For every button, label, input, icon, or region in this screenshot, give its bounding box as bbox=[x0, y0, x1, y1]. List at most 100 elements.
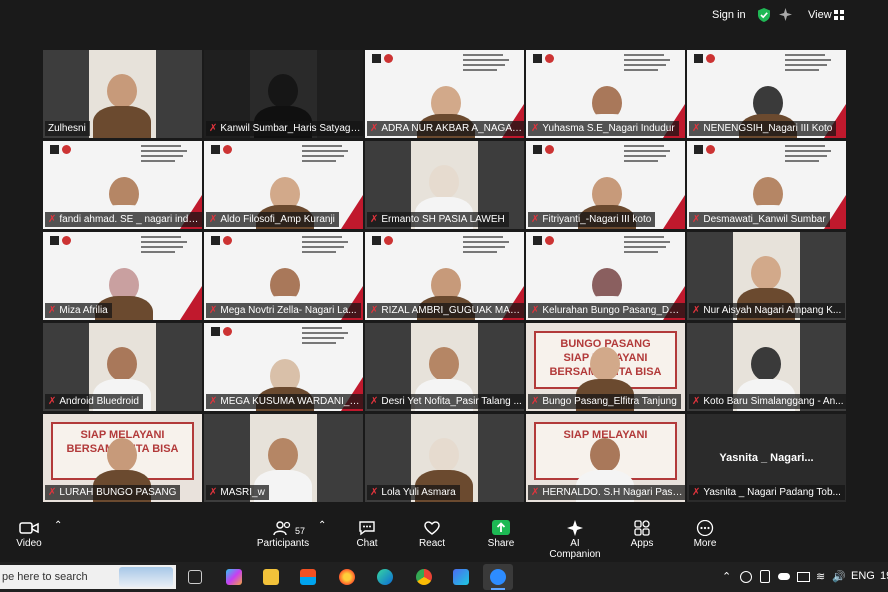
tray-chevron-icon[interactable]: ⌃ bbox=[722, 570, 731, 583]
mic-muted-icon: ✗ bbox=[531, 487, 540, 498]
participant-tile[interactable]: ✗ Koto Baru Simalanggang - An... bbox=[687, 323, 846, 411]
ai-companion-label: AI Companion bbox=[549, 538, 601, 560]
participant-tile[interactable]: ✗ RIZAL AMBRI_GUGUAK MALA... bbox=[365, 232, 524, 320]
participant-name-label: ✗ Mega Novtri Zella- Nagari La... bbox=[206, 303, 361, 318]
participant-tile[interactable]: ✗ Kanwil Sumbar_Haris Satyagr... bbox=[204, 50, 363, 138]
participant-head bbox=[107, 347, 137, 381]
volume-icon[interactable]: 🔊 bbox=[832, 570, 846, 583]
participant-tile[interactable]: SIAP MELAYANI BERSAMA KITA BISA ✗ LURAH BUN… bbox=[43, 414, 202, 502]
slide-text-line bbox=[624, 160, 658, 162]
participant-name: HERNALDO. S.H Nagari Pasia... bbox=[542, 487, 683, 498]
record-icon[interactable] bbox=[740, 571, 752, 583]
participant-name: Desmawati_Kanwil Sumbar bbox=[703, 214, 826, 225]
language-indicator[interactable]: ENG bbox=[851, 570, 875, 582]
participant-tile[interactable]: ✗ Nur Aisyah Nagari Ampang K... bbox=[687, 232, 846, 320]
ai-companion-button[interactable]: AI Companion bbox=[544, 520, 606, 560]
mic-muted-icon: ✗ bbox=[209, 305, 218, 316]
battery-icon[interactable] bbox=[797, 572, 810, 582]
participant-name-label: ✗ Lola Yuli Asmara bbox=[367, 485, 460, 500]
participant-name: Ermanto SH PASIA LAWEH bbox=[381, 214, 505, 225]
institution-logo bbox=[62, 236, 71, 245]
participant-tile[interactable]: ✗ MASRI_w bbox=[204, 414, 363, 502]
video-options-caret[interactable]: ⌃ bbox=[54, 520, 62, 531]
slide-text-line bbox=[624, 150, 670, 152]
video-gallery: Zulhesni ✗ Kanwil Sumbar_Haris Satyagr... ✗… bbox=[43, 50, 846, 502]
slide-text-line bbox=[141, 236, 181, 238]
participant-tile[interactable]: ✗ Kelurahan Bungo Pasang_Dev... bbox=[526, 232, 685, 320]
mic-muted-icon: ✗ bbox=[48, 305, 57, 316]
participants-icon bbox=[273, 521, 291, 536]
participant-tile[interactable]: ✗ ADRA NUR AKBAR A_NAGARI ... bbox=[365, 50, 524, 138]
shield-check-icon[interactable] bbox=[757, 8, 771, 22]
clock[interactable]: 19 bbox=[880, 570, 888, 582]
participant-tile[interactable]: ✗ Desri Yet Nofita_Pasir Talang ... bbox=[365, 323, 524, 411]
wifi-icon[interactable]: ≋ bbox=[816, 570, 825, 583]
participant-tile[interactable]: ✗ NENENGSIH_Nagari III Koto bbox=[687, 50, 846, 138]
m365-icon[interactable] bbox=[453, 569, 469, 585]
share-screen-icon bbox=[492, 520, 510, 535]
participant-tile[interactable]: ✗ Android Bluedroid bbox=[43, 323, 202, 411]
participant-name-label: ✗ RIZAL AMBRI_GUGUAK MALA... bbox=[367, 303, 524, 318]
participant-tile[interactable]: ✗ fandi ahmad. SE _ nagari indu... bbox=[43, 141, 202, 229]
slide-accent bbox=[341, 195, 363, 229]
grid-icon[interactable] bbox=[834, 10, 844, 20]
chat-button[interactable]: Chat bbox=[352, 520, 382, 549]
apps-button[interactable]: Apps bbox=[627, 520, 657, 549]
mic-muted-icon: ✗ bbox=[209, 123, 218, 134]
slide-text-line bbox=[463, 246, 505, 248]
react-button[interactable]: React bbox=[417, 520, 447, 549]
zoom-taskbar-button[interactable] bbox=[483, 564, 513, 590]
participants-options-caret[interactable]: ⌃ bbox=[318, 520, 326, 531]
taskbar-search[interactable]: pe here to search bbox=[0, 565, 176, 589]
video-button[interactable]: Video bbox=[14, 520, 44, 549]
meeting-toolbar: Video ⌃ Participants 57 ⌃ Chat React Sha… bbox=[0, 516, 888, 562]
windows-taskbar: pe here to search ⌃ ≋ 🔊 ENG 19 bbox=[0, 562, 888, 592]
cloud-icon[interactable] bbox=[778, 573, 790, 580]
edge-icon[interactable] bbox=[377, 569, 393, 585]
share-label: Share bbox=[487, 538, 515, 549]
copilot-icon[interactable] bbox=[226, 569, 242, 585]
slide-text-line bbox=[463, 241, 509, 243]
participant-tile[interactable]: ✗ Miza Afrilia bbox=[43, 232, 202, 320]
participant-tile[interactable]: ✗ Fitriyanti_-Nagari III koto bbox=[526, 141, 685, 229]
participant-tile[interactable]: ✗ Yuhasma S.E_Nagari Indudur bbox=[526, 50, 685, 138]
participant-tile[interactable]: ✗ Ermanto SH PASIA LAWEH bbox=[365, 141, 524, 229]
ai-sparkle-icon bbox=[567, 520, 583, 536]
view-button[interactable]: View bbox=[808, 9, 832, 21]
mic-muted-icon: ✗ bbox=[531, 123, 540, 134]
more-dots-icon bbox=[696, 520, 714, 536]
participant-tile[interactable]: ✗ MEGA KUSUMA WARDANI_D... bbox=[204, 323, 363, 411]
participant-name: Zulhesni bbox=[48, 123, 86, 134]
participant-head bbox=[751, 256, 781, 290]
participant-tile[interactable]: SIAP MELAYANI ✗ HERNALDO. S.H Nagari Pasia… bbox=[526, 414, 685, 502]
sign-in-link[interactable]: Sign in bbox=[712, 9, 746, 21]
participant-tile[interactable]: ✗ Desmawati_Kanwil Sumbar bbox=[687, 141, 846, 229]
participant-tile[interactable]: Zulhesni bbox=[43, 50, 202, 138]
participant-tile[interactable]: ✗ Aldo Filosofi_Amp Kuranji bbox=[204, 141, 363, 229]
file-explorer-icon[interactable] bbox=[263, 569, 279, 585]
participant-name: Koto Baru Simalanggang - An... bbox=[703, 396, 844, 407]
share-button[interactable]: Share bbox=[486, 520, 516, 549]
sparkle-icon[interactable] bbox=[779, 8, 792, 21]
slide-text-line bbox=[141, 241, 187, 243]
participant-tile[interactable]: BUNGO PASANG SIAP MELAYANI BERSAMA KITA BI… bbox=[526, 323, 685, 411]
participant-head bbox=[268, 438, 298, 472]
participant-name-label: ✗ MASRI_w bbox=[206, 485, 269, 500]
participant-name-label: ✗ MEGA KUSUMA WARDANI_D... bbox=[206, 394, 363, 409]
slide-text-line bbox=[785, 155, 827, 157]
participant-tile[interactable]: ✗ Lola Yuli Asmara bbox=[365, 414, 524, 502]
mic-muted-icon: ✗ bbox=[48, 396, 57, 407]
slide-text-line bbox=[624, 69, 658, 71]
participant-tile[interactable]: ✗ Mega Novtri Zella- Nagari La... bbox=[204, 232, 363, 320]
slide-accent bbox=[663, 195, 685, 229]
task-view-icon[interactable] bbox=[188, 570, 202, 584]
firefox-icon[interactable] bbox=[339, 569, 355, 585]
apps-label: Apps bbox=[630, 538, 654, 549]
store-icon[interactable] bbox=[300, 569, 316, 585]
participant-tile[interactable]: Yasnita _ Nagari... ✗ Yasnita _ Nagari Pad… bbox=[687, 414, 846, 502]
chrome-icon[interactable] bbox=[416, 569, 432, 585]
more-button[interactable]: More bbox=[690, 520, 720, 549]
participant-head bbox=[268, 74, 298, 108]
slide-text-line bbox=[463, 54, 503, 56]
phone-icon[interactable] bbox=[760, 570, 770, 583]
